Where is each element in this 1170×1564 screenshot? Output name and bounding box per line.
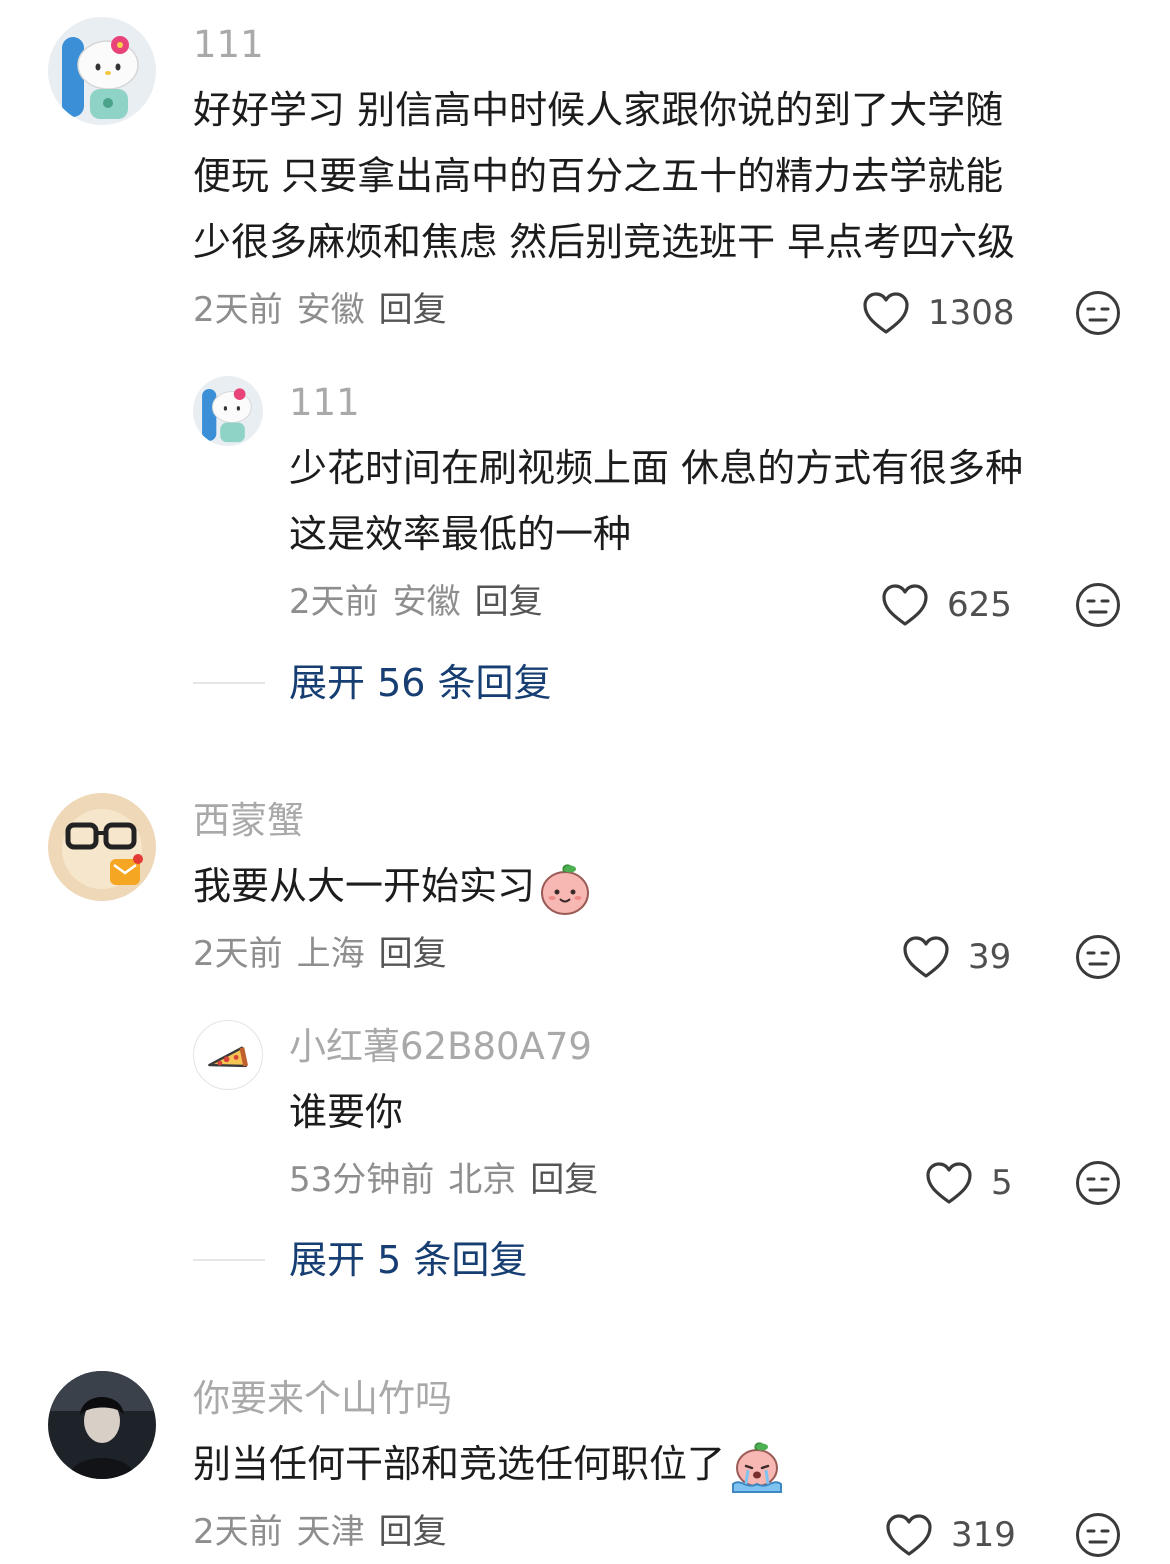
dislike-face-icon[interactable]	[1075, 582, 1121, 628]
peach-crying-emoji	[732, 1441, 783, 1493]
location: 北京	[448, 1160, 517, 1200]
comment-line-text: 别当任何干部和竞选任何职位了	[193, 1442, 726, 1486]
comment-line: 谁要你	[289, 1090, 404, 1134]
username[interactable]: 小红薯62B80A79	[289, 1028, 592, 1065]
comment-line: 我要从大一开始实习	[193, 853, 591, 919]
reply-button[interactable]: 回复	[379, 934, 447, 974]
reply-button[interactable]: 回复	[475, 582, 543, 622]
location: 安徽	[392, 582, 461, 622]
comment-line: 少花时间在刷视频上面 休息的方式有很多种	[289, 446, 1024, 490]
comment-line: 好好学习 别信高中时候人家跟你说的到了大学随	[193, 88, 1004, 132]
username[interactable]: 你要来个山竹吗	[193, 1380, 452, 1417]
like-button[interactable]: 1308	[862, 288, 1015, 338]
avatar[interactable]	[193, 376, 263, 446]
comment-meta: 2天前 安徽 回复	[289, 585, 557, 619]
heart-icon	[926, 1162, 972, 1204]
comment-line: 少很多麻烦和焦虑 然后别竞选班干 早点考四六级	[193, 220, 1016, 264]
heart-icon	[863, 292, 909, 334]
comment-meta: 53分钟前 北京 回复	[289, 1163, 612, 1197]
reply-button[interactable]: 回复	[530, 1160, 598, 1200]
like-count: 319	[951, 1515, 1016, 1555]
like-button[interactable]: 5	[925, 1158, 1013, 1208]
location: 安徽	[296, 290, 365, 330]
dislike-face-icon[interactable]	[1075, 1512, 1121, 1558]
comment-line-text: 我要从大一开始实习	[193, 864, 536, 908]
dislike-face-icon[interactable]	[1075, 934, 1121, 980]
like-count: 5	[991, 1163, 1013, 1203]
divider	[193, 682, 265, 684]
location: 上海	[296, 934, 365, 974]
username[interactable]: 111	[289, 384, 360, 421]
comment-meta: 2天前 安徽 回复	[193, 293, 461, 327]
username[interactable]: 111	[193, 26, 264, 63]
timestamp: 2天前	[193, 934, 283, 974]
heart-icon	[886, 1514, 932, 1556]
timestamp: 2天前	[193, 1512, 283, 1552]
like-button[interactable]: 625	[881, 580, 1012, 630]
divider	[193, 1259, 265, 1261]
heart-icon	[903, 936, 949, 978]
comment-text: 好好学习 别信高中时候人家跟你说的到了大学随 便玩 只要拿出高中的百分之五十的精…	[193, 77, 1015, 275]
like-button[interactable]: 39	[902, 932, 1011, 982]
like-count: 39	[968, 937, 1012, 977]
peach-smile-emoji	[541, 863, 590, 915]
comment-text: 我要从大一开始实习	[193, 853, 591, 919]
like-count: 625	[947, 585, 1012, 625]
avatar[interactable]	[48, 1371, 156, 1479]
avatar[interactable]	[193, 1020, 263, 1090]
location: 天津	[296, 1512, 365, 1552]
comment-line: 便玩 只要拿出高中的百分之五十的精力去学就能	[193, 154, 1004, 198]
comment-meta: 2天前 上海 回复	[193, 937, 461, 971]
comment-line: 别当任何干部和竞选任何职位了	[193, 1431, 785, 1497]
comment-text: 谁要你	[289, 1079, 403, 1145]
like-button[interactable]: 319	[885, 1510, 1016, 1560]
avatar[interactable]	[48, 17, 156, 125]
comment-line: 这是效率最低的一种	[289, 512, 632, 556]
comment-text: 少花时间在刷视频上面 休息的方式有很多种 这是效率最低的一种	[289, 435, 1023, 567]
heart-icon	[882, 584, 928, 626]
timestamp: 2天前	[289, 582, 379, 622]
comment-meta: 2天前 天津 回复	[193, 1515, 461, 1549]
dislike-face-icon[interactable]	[1075, 290, 1121, 336]
reply-button[interactable]: 回复	[379, 290, 447, 330]
timestamp: 2天前	[193, 290, 283, 330]
expand-replies-button[interactable]: 展开 56 条回复	[289, 664, 552, 702]
like-count: 1308	[928, 293, 1015, 333]
dislike-face-icon[interactable]	[1075, 1160, 1121, 1206]
comment-text: 别当任何干部和竞选任何职位了	[193, 1431, 785, 1497]
avatar[interactable]	[48, 793, 156, 901]
expand-replies-button[interactable]: 展开 5 条回复	[289, 1241, 527, 1279]
reply-button[interactable]: 回复	[379, 1512, 447, 1552]
username[interactable]: 西蒙蟹	[193, 802, 304, 839]
timestamp: 53分钟前	[289, 1160, 435, 1200]
